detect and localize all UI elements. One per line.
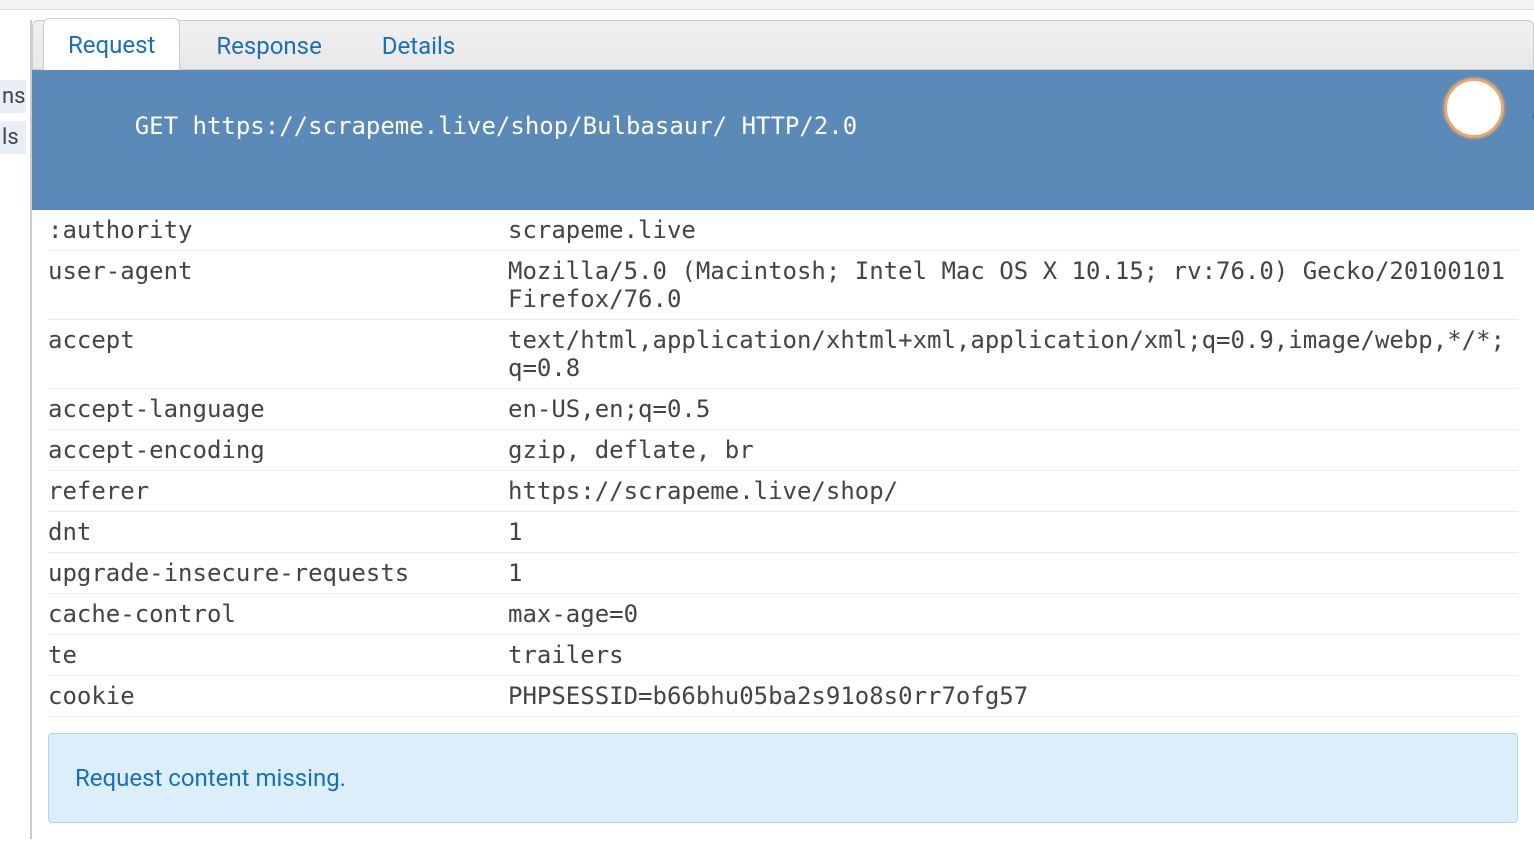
header-name: accept xyxy=(48,326,508,382)
headers: :authorityscrapeme.liveuser-agentMozilla… xyxy=(32,210,1534,717)
header-name: dnt xyxy=(48,518,508,546)
header-name: accept-encoding xyxy=(48,436,508,464)
header-row[interactable]: cache-controlmax-age=0 xyxy=(48,594,1518,635)
header-row[interactable]: accept-languageen-US,en;q=0.5 xyxy=(48,389,1518,430)
pencil-icon xyxy=(1387,62,1534,154)
request-line-text: GET https://scrapeme.live/shop/Bulbasaur… xyxy=(135,112,857,140)
header-value: 1 xyxy=(508,559,1518,587)
header-row[interactable]: cookiePHPSESSID=b66bhu05ba2s91o8s0rr7ofg… xyxy=(48,676,1518,717)
header-name: referer xyxy=(48,477,508,505)
request-line: GET https://scrapeme.live/shop/Bulbasaur… xyxy=(32,70,1534,210)
edit-button[interactable] xyxy=(1444,78,1504,138)
header-value: 1 xyxy=(508,518,1518,546)
header-value: trailers xyxy=(508,641,1518,669)
header-value: Mozilla/5.0 (Macintosh; Intel Mac OS X 1… xyxy=(508,257,1518,313)
content-missing-message: Request content missing. xyxy=(48,733,1518,823)
message-text: Request content missing. xyxy=(75,764,346,792)
header-row[interactable]: tetrailers xyxy=(48,635,1518,676)
header-row[interactable]: accept-encodinggzip, deflate, br xyxy=(48,430,1518,471)
header-row[interactable]: user-agentMozilla/5.0 (Macintosh; Intel … xyxy=(48,251,1518,320)
header-name: cookie xyxy=(48,682,508,710)
header-row[interactable]: upgrade-insecure-requests1 xyxy=(48,553,1518,594)
header-value: scrapeme.live xyxy=(508,216,1518,244)
header-value: text/html,application/xhtml+xml,applicat… xyxy=(508,326,1518,382)
sidebar-item-2[interactable]: ls xyxy=(0,121,26,154)
main-panel: Request Response Details GET https://scr… xyxy=(30,20,1534,839)
header-row[interactable]: dnt1 xyxy=(48,512,1518,553)
sidebar: ns ls xyxy=(0,80,26,162)
header-row[interactable]: refererhttps://scrapeme.live/shop/ xyxy=(48,471,1518,512)
header-row[interactable]: accepttext/html,application/xhtml+xml,ap… xyxy=(48,320,1518,389)
sidebar-item-1[interactable]: ns xyxy=(0,80,26,113)
header-row[interactable]: :authorityscrapeme.live xyxy=(48,210,1518,251)
header-name: te xyxy=(48,641,508,669)
tab-details[interactable]: Details xyxy=(358,20,479,70)
header-name: upgrade-insecure-requests xyxy=(48,559,508,587)
header-name: cache-control xyxy=(48,600,508,628)
header-value: PHPSESSID=b66bhu05ba2s91o8s0rr7ofg57 xyxy=(508,682,1518,710)
tab-request[interactable]: Request xyxy=(43,18,180,70)
header-value: gzip, deflate, br xyxy=(508,436,1518,464)
header-value: max-age=0 xyxy=(508,600,1518,628)
tab-response[interactable]: Response xyxy=(192,20,345,70)
header-value: en-US,en;q=0.5 xyxy=(508,395,1518,423)
header-value: https://scrapeme.live/shop/ xyxy=(508,477,1518,505)
tabs: Request Response Details xyxy=(32,20,1534,70)
header-name: :authority xyxy=(48,216,508,244)
header-name: accept-language xyxy=(48,395,508,423)
header-name: user-agent xyxy=(48,257,508,313)
